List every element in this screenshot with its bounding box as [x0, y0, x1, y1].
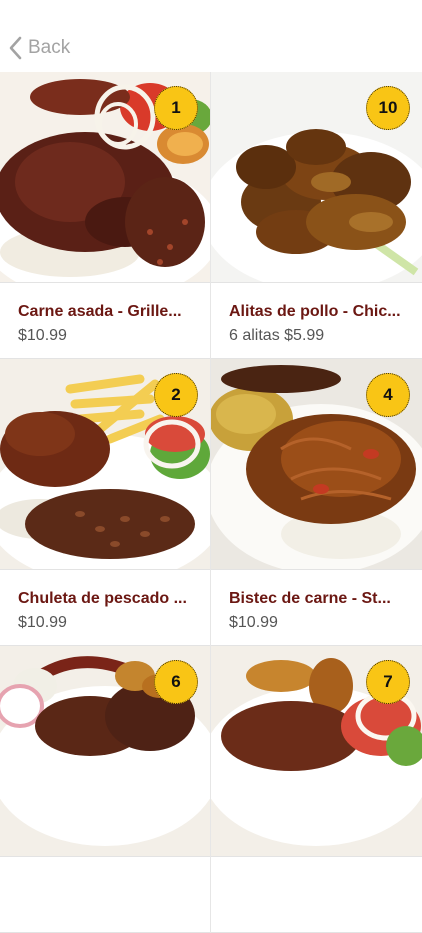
menu-item-card[interactable]: 10 Alitas de pollo - Chic... 6 alitas $5…: [211, 72, 422, 359]
navigation-bar: Back: [0, 0, 422, 72]
item-name: Chuleta de pescado ...: [18, 590, 187, 607]
item-info: [211, 856, 422, 933]
back-label: Back: [28, 37, 71, 58]
item-name: Alitas de pollo - Chic...: [229, 303, 401, 320]
menu-item-card[interactable]: 2 Chuleta de pescado ... $10.99: [0, 359, 211, 646]
item-info: Bistec de carne - St... $10.99: [211, 569, 422, 646]
item-info: [0, 856, 210, 933]
item-name: Carne asada - Grille...: [18, 303, 182, 320]
item-number-badge: 4: [366, 373, 410, 417]
item-info: Chuleta de pescado ... $10.99: [0, 569, 210, 646]
item-info: Carne asada - Grille... $10.99: [0, 282, 210, 359]
item-info: Alitas de pollo - Chic... 6 alitas $5.99: [211, 282, 422, 359]
back-button[interactable]: Back: [8, 34, 70, 62]
item-name: Bistec de carne - St...: [229, 590, 391, 607]
item-price: $10.99: [18, 614, 67, 631]
item-price: 6 alitas $5.99: [229, 327, 325, 344]
menu-grid: 1 Carne asada - Grille... $10.99 10 Alit…: [0, 72, 422, 933]
item-number-badge: 10: [366, 86, 410, 130]
item-number-badge: 6: [154, 660, 198, 704]
menu-item-card[interactable]: 7: [211, 646, 422, 933]
item-number-badge: 2: [154, 373, 198, 417]
menu-item-card[interactable]: 1 Carne asada - Grille... $10.99: [0, 72, 211, 359]
menu-item-card[interactable]: 6: [0, 646, 211, 933]
item-price: $10.99: [229, 614, 278, 631]
chevron-left-icon: [8, 36, 22, 60]
menu-item-card[interactable]: 4 Bistec de carne - St... $10.99: [211, 359, 422, 646]
item-number-badge: 1: [154, 86, 198, 130]
item-price: $10.99: [18, 327, 67, 344]
item-number-badge: 7: [366, 660, 410, 704]
